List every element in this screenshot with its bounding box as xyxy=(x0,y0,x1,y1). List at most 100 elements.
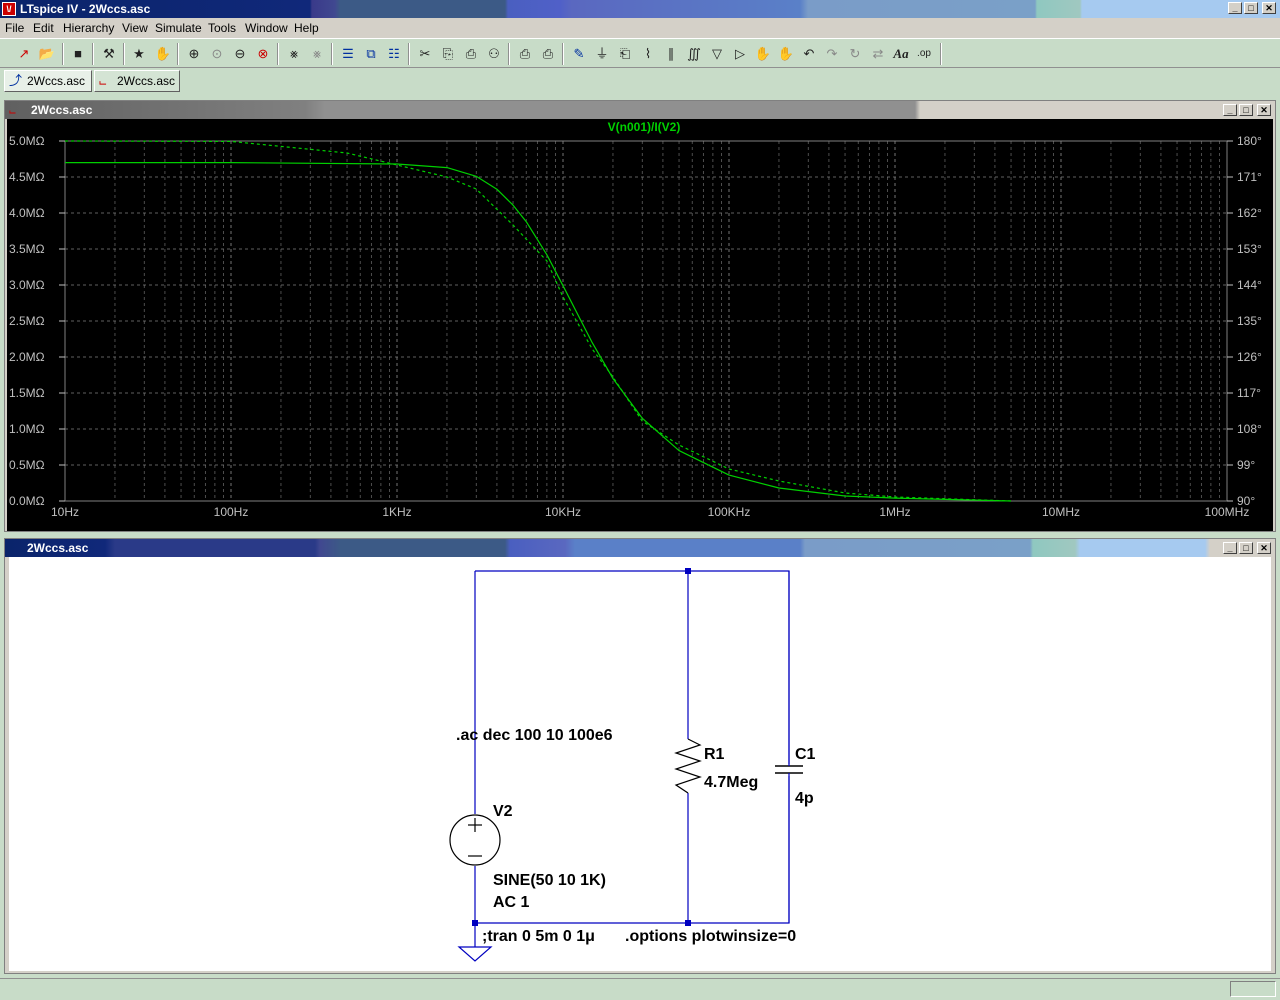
halt-icon[interactable]: ✋ xyxy=(153,44,173,64)
x-tick-label: 10MHz xyxy=(1042,505,1080,519)
open-icon[interactable]: 📂 xyxy=(37,44,57,64)
tab-schematic[interactable]: ⤴ 2Wccs.asc xyxy=(4,70,92,92)
junction-dot[interactable] xyxy=(685,920,691,926)
menu-simulate[interactable]: Simulate xyxy=(155,21,202,35)
restore-icon[interactable]: □ xyxy=(1239,104,1253,116)
minimize-icon[interactable]: _ xyxy=(1228,2,1242,14)
wire-icon[interactable]: ✎ xyxy=(569,44,589,64)
waveform-plot-pane[interactable]: 10Hz 100Hz 1KHz 10KHz 100KHz 1MHz 10MHz 100MHz 0… xyxy=(7,119,1273,531)
component-icon[interactable]: ▷ xyxy=(730,44,750,64)
plot-axes: 10Hz 100Hz 1KHz 10KHz 100KHz 1MHz 10MHz 100MHz0… xyxy=(9,134,1262,519)
y-right-tick-label: 144° xyxy=(1237,278,1262,292)
grid-icon[interactable]: ⨳ xyxy=(307,44,327,64)
ltspice-app-icon[interactable]: \/ xyxy=(2,2,16,16)
menu-hierarchy[interactable]: Hierarchy xyxy=(63,21,114,35)
schematic-canvas[interactable]: .ac dec 100 10 100e6 R1 4.7Meg C1 4p V2 … xyxy=(9,557,1271,971)
v2-name[interactable]: V2 xyxy=(493,803,513,820)
schematic-drawing[interactable]: .ac dec 100 10 100e6 R1 4.7Meg C1 4p V2 … xyxy=(9,557,1271,971)
x-tick-label: 1MHz xyxy=(879,505,910,519)
y-left-tick-label: 1.0MΩ xyxy=(9,422,45,436)
r1-value[interactable]: 4.7Meg xyxy=(704,774,758,791)
plot-grid xyxy=(64,140,1228,502)
wires[interactable] xyxy=(474,570,790,924)
waveform-window-title: 2Wccs.asc xyxy=(31,103,93,117)
c1-name[interactable]: C1 xyxy=(795,746,816,763)
y-right-tick-label: 117° xyxy=(1237,386,1261,400)
inductor-icon[interactable]: ∭ xyxy=(684,44,704,64)
junction-dot[interactable] xyxy=(685,568,691,574)
run-icon[interactable]: ★ xyxy=(129,44,149,64)
x-tick-label: 1KHz xyxy=(382,505,411,519)
menu-window[interactable]: Window xyxy=(245,21,288,35)
redo-icon[interactable]: ↷ xyxy=(822,44,842,64)
find-icon[interactable]: ⚇ xyxy=(484,44,504,64)
menu-tools[interactable]: Tools xyxy=(208,21,236,35)
undo-icon[interactable]: ↶ xyxy=(799,44,819,64)
close-icon[interactable]: ✕ xyxy=(1257,542,1271,554)
control-panel-icon[interactable]: ⚒ xyxy=(99,44,119,64)
tab-waveform-label: 2Wccs.asc xyxy=(117,74,176,88)
tran-directive[interactable]: ;tran 0 5m 0 1μ xyxy=(482,928,595,945)
drag-icon[interactable]: ✋ xyxy=(776,44,796,64)
minimize-icon[interactable]: _ xyxy=(1223,104,1237,116)
toolbar-separator xyxy=(92,43,94,65)
cascade-icon[interactable]: ⧉ xyxy=(361,44,381,64)
cut-icon[interactable]: ✂ xyxy=(415,44,435,64)
capacitor-icon[interactable]: ∥ xyxy=(661,44,681,64)
bode-plot[interactable]: 10Hz 100Hz 1KHz 10KHz 100KHz 1MHz 10MHz 100MHz0… xyxy=(7,119,1273,531)
v2-value-ac[interactable]: AC 1 xyxy=(493,894,530,911)
new-schematic-icon[interactable]: ↗ xyxy=(14,44,34,64)
maximize-icon[interactable]: □ xyxy=(1244,2,1258,14)
x-tick-label: 100KHz xyxy=(708,505,751,519)
pan-icon[interactable]: ⊙ xyxy=(207,44,227,64)
minimize-icon[interactable]: _ xyxy=(1223,542,1237,554)
toolbar-separator xyxy=(331,43,333,65)
move-icon[interactable]: ✋ xyxy=(753,44,773,64)
label-net-icon[interactable]: ⎗ xyxy=(615,44,635,64)
close-icon[interactable]: ✕ xyxy=(1262,2,1276,14)
menu-bar: File Edit Hierarchy View Simulate Tools … xyxy=(0,18,1280,38)
menu-help[interactable]: Help xyxy=(294,21,319,35)
tab-waveform[interactable]: ⨽ 2Wccs.asc xyxy=(94,70,180,92)
resistor-icon[interactable]: ⌇ xyxy=(638,44,658,64)
menu-view[interactable]: View xyxy=(122,21,148,35)
close-icon[interactable]: ✕ xyxy=(1257,104,1271,116)
paste-icon[interactable]: ⎙ xyxy=(461,44,481,64)
restore-icon[interactable]: □ xyxy=(1239,542,1253,554)
status-bar xyxy=(0,978,1280,1000)
ground-icon[interactable]: ⏚ xyxy=(592,44,612,64)
diode-icon[interactable]: ▽ xyxy=(707,44,727,64)
zoom-fit-icon[interactable]: ⊗ xyxy=(253,44,273,64)
v2-value-sine[interactable]: SINE(50 10 1K) xyxy=(493,872,606,889)
spice-directive-icon[interactable]: .op xyxy=(914,44,934,64)
schematic-window-title: 2Wccs.asc xyxy=(27,541,89,555)
wire-loop[interactable] xyxy=(475,570,790,924)
mirror-icon[interactable]: ⇄ xyxy=(868,44,888,64)
menu-file[interactable]: File xyxy=(5,21,24,35)
copy-icon[interactable]: ⎘ xyxy=(438,44,458,64)
print-icon[interactable]: ⎙ xyxy=(538,44,558,64)
ac-directive[interactable]: .ac dec 100 10 100e6 xyxy=(456,727,613,744)
waveform-window: ⨽ 2Wccs.asc _ □ ✕ 10Hz 100Hz 1KHz 10KHz 100K… xyxy=(4,100,1276,532)
options-directive[interactable]: .options plotwinsize=0 xyxy=(625,928,796,945)
y-left-tick-label: 1.5MΩ xyxy=(9,386,45,400)
resistor-r1-symbol[interactable] xyxy=(674,738,702,794)
tile-vertical-icon[interactable]: ☷ xyxy=(384,44,404,64)
ground-icon[interactable] xyxy=(457,946,493,962)
autorange-icon[interactable]: ⨳ xyxy=(284,44,304,64)
toolbar-separator xyxy=(508,43,510,65)
tile-horizontal-icon[interactable]: ☰ xyxy=(338,44,358,64)
zoom-out-icon[interactable]: ⊖ xyxy=(230,44,250,64)
trace-label[interactable]: V(n001)/I(V2) xyxy=(608,120,681,134)
toolbar-separator xyxy=(277,43,279,65)
zoom-in-icon[interactable]: ⊕ xyxy=(184,44,204,64)
c1-value[interactable]: 4p xyxy=(795,790,814,807)
y-right-tick-label: 162° xyxy=(1237,206,1262,220)
toolbar-separator xyxy=(62,43,64,65)
save-icon[interactable]: ■ xyxy=(68,44,88,64)
print-setup-icon[interactable]: ⎙ xyxy=(515,44,535,64)
r1-name[interactable]: R1 xyxy=(704,746,725,763)
text-icon[interactable]: Aa xyxy=(891,44,911,64)
menu-edit[interactable]: Edit xyxy=(33,21,54,35)
rotate-icon[interactable]: ↻ xyxy=(845,44,865,64)
